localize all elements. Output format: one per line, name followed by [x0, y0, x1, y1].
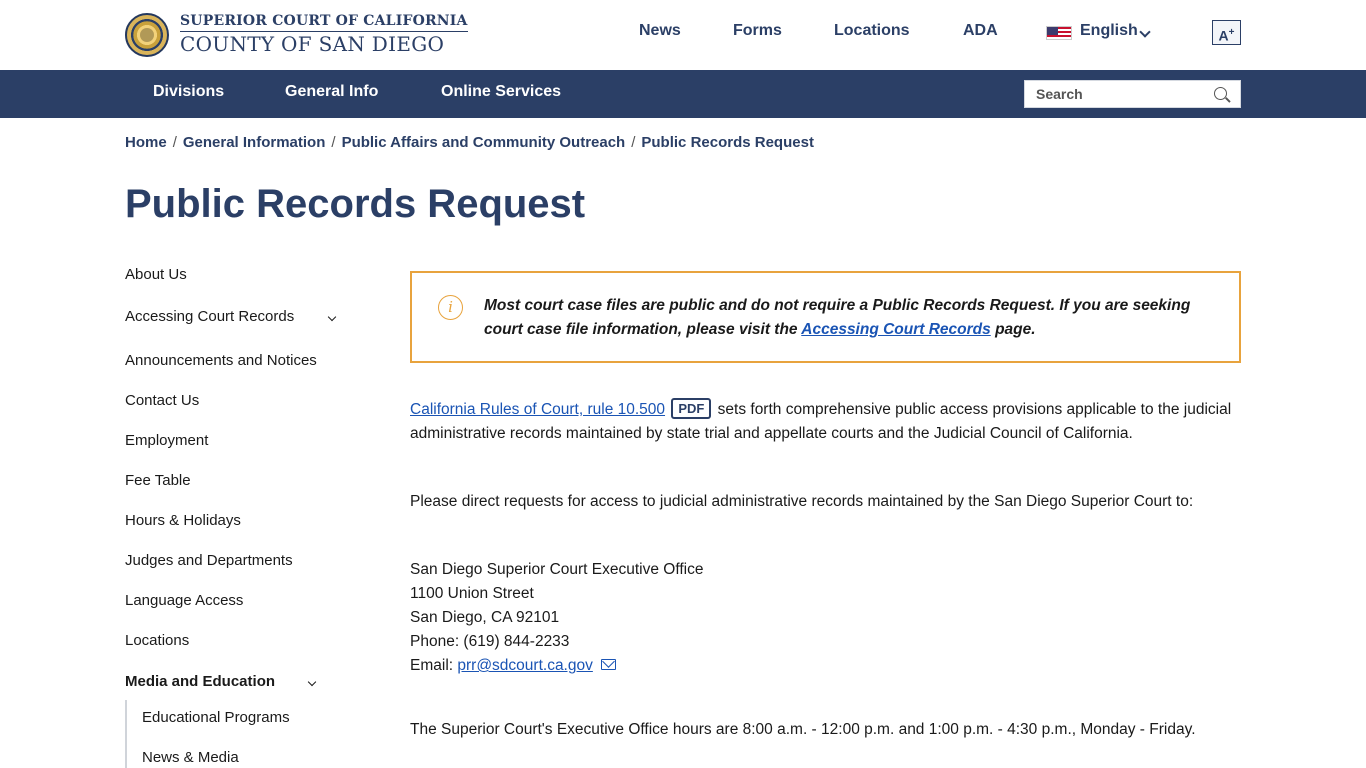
site-header: SUPERIOR COURT OF CALIFORNIA COUNTY OF S…	[0, 0, 1366, 70]
mail-icon[interactable]	[600, 659, 616, 670]
font-size-label: A	[1218, 27, 1229, 44]
address-office: San Diego Superior Court Executive Offic…	[410, 561, 704, 578]
sidebar-item-about-us[interactable]: About Us	[125, 266, 187, 283]
font-size-plus: +	[1228, 27, 1235, 38]
office-hours-paragraph: The Superior Court's Executive Office ho…	[410, 721, 1196, 738]
sidebar-item-employment[interactable]: Employment	[125, 432, 208, 449]
us-flag-icon	[1046, 26, 1072, 40]
breadcrumb-separator: /	[172, 134, 177, 151]
breadcrumb-public-affairs[interactable]: Public Affairs and Community Outreach	[342, 134, 626, 151]
alert-text-after: page.	[990, 321, 1036, 338]
info-icon: i	[438, 295, 463, 320]
sidebar-item-media-education[interactable]: Media and Education	[125, 673, 275, 690]
search-input[interactable]	[1025, 81, 1210, 107]
site-brand[interactable]: SUPERIOR COURT OF CALIFORNIA COUNTY OF S…	[180, 12, 468, 56]
sidebar-item-language-access[interactable]: Language Access	[125, 592, 243, 609]
alert-text: Most court case files are public and do …	[484, 294, 1204, 342]
breadcrumb-home[interactable]: Home	[125, 134, 167, 151]
address-email-label: Email:	[410, 657, 458, 674]
sidebar-item-fee-table[interactable]: Fee Table	[125, 472, 191, 489]
chevron-down-icon[interactable]	[307, 677, 317, 687]
search-box	[1024, 80, 1241, 108]
sidebar-item-announcements[interactable]: Announcements and Notices	[125, 352, 317, 369]
font-size-button[interactable]: A+	[1212, 20, 1241, 45]
brand-line-superior-court: SUPERIOR COURT OF CALIFORNIA	[180, 12, 468, 32]
email-link[interactable]: prr@sdcourt.ca.gov	[457, 657, 592, 674]
sidebar-item-locations[interactable]: Locations	[125, 632, 189, 649]
court-seal-logo[interactable]	[125, 13, 169, 57]
chevron-down-icon[interactable]	[327, 312, 337, 322]
sidebar-item-hours-holidays[interactable]: Hours & Holidays	[125, 512, 241, 529]
top-link-forms[interactable]: Forms	[733, 22, 782, 44]
sidebar-item-judges-departments[interactable]: Judges and Departments	[125, 552, 293, 569]
main-navigation: Divisions General Info Online Services	[0, 70, 1366, 118]
top-link-ada[interactable]: ADA	[963, 22, 998, 44]
address-phone: Phone: (619) 844-2233	[410, 633, 570, 650]
sidebar-item-contact-us[interactable]: Contact Us	[125, 392, 199, 409]
top-link-news[interactable]: News	[639, 22, 681, 44]
address-block: San Diego Superior Court Executive Offic…	[410, 558, 1244, 678]
breadcrumb-current: Public Records Request	[641, 134, 814, 151]
address-street: 1100 Union Street	[410, 585, 534, 602]
accessing-court-records-link[interactable]: Accessing Court Records	[801, 321, 991, 338]
page-title: Public Records Request	[125, 182, 586, 226]
direct-requests-paragraph: Please direct requests for access to jud…	[410, 493, 1194, 510]
pdf-badge[interactable]: PDF	[671, 398, 712, 419]
search-icon[interactable]	[1214, 87, 1227, 100]
address-city: San Diego, CA 92101	[410, 609, 560, 626]
chevron-down-icon[interactable]	[1139, 26, 1151, 38]
rules-paragraph: California Rules of Court, rule 10.500 P…	[410, 398, 1244, 446]
breadcrumb-general-information[interactable]: General Information	[183, 134, 326, 151]
breadcrumb: Home / General Information / Public Affairs …	[125, 134, 814, 151]
breadcrumb-separator: /	[331, 134, 336, 151]
sidebar-item-accessing-court-records[interactable]: Accessing Court Records	[125, 308, 294, 325]
sidebar-subitem-educational-programs[interactable]: Educational Programs	[142, 709, 290, 726]
info-alert: i Most court case files are public and d…	[410, 271, 1241, 363]
nav-general-info[interactable]: General Info	[285, 83, 378, 101]
rules-of-court-link[interactable]: California Rules of Court, rule 10.500	[410, 401, 665, 418]
nav-online-services[interactable]: Online Services	[441, 83, 561, 101]
top-link-locations[interactable]: Locations	[834, 22, 910, 44]
breadcrumb-separator: /	[631, 134, 636, 151]
nav-divisions[interactable]: Divisions	[153, 83, 224, 101]
language-selector[interactable]: English	[1080, 22, 1138, 40]
submenu-rule	[125, 700, 127, 768]
brand-line-county: COUNTY OF SAN DIEGO	[180, 32, 445, 56]
sidebar-subitem-news-media[interactable]: News & Media	[142, 749, 239, 766]
